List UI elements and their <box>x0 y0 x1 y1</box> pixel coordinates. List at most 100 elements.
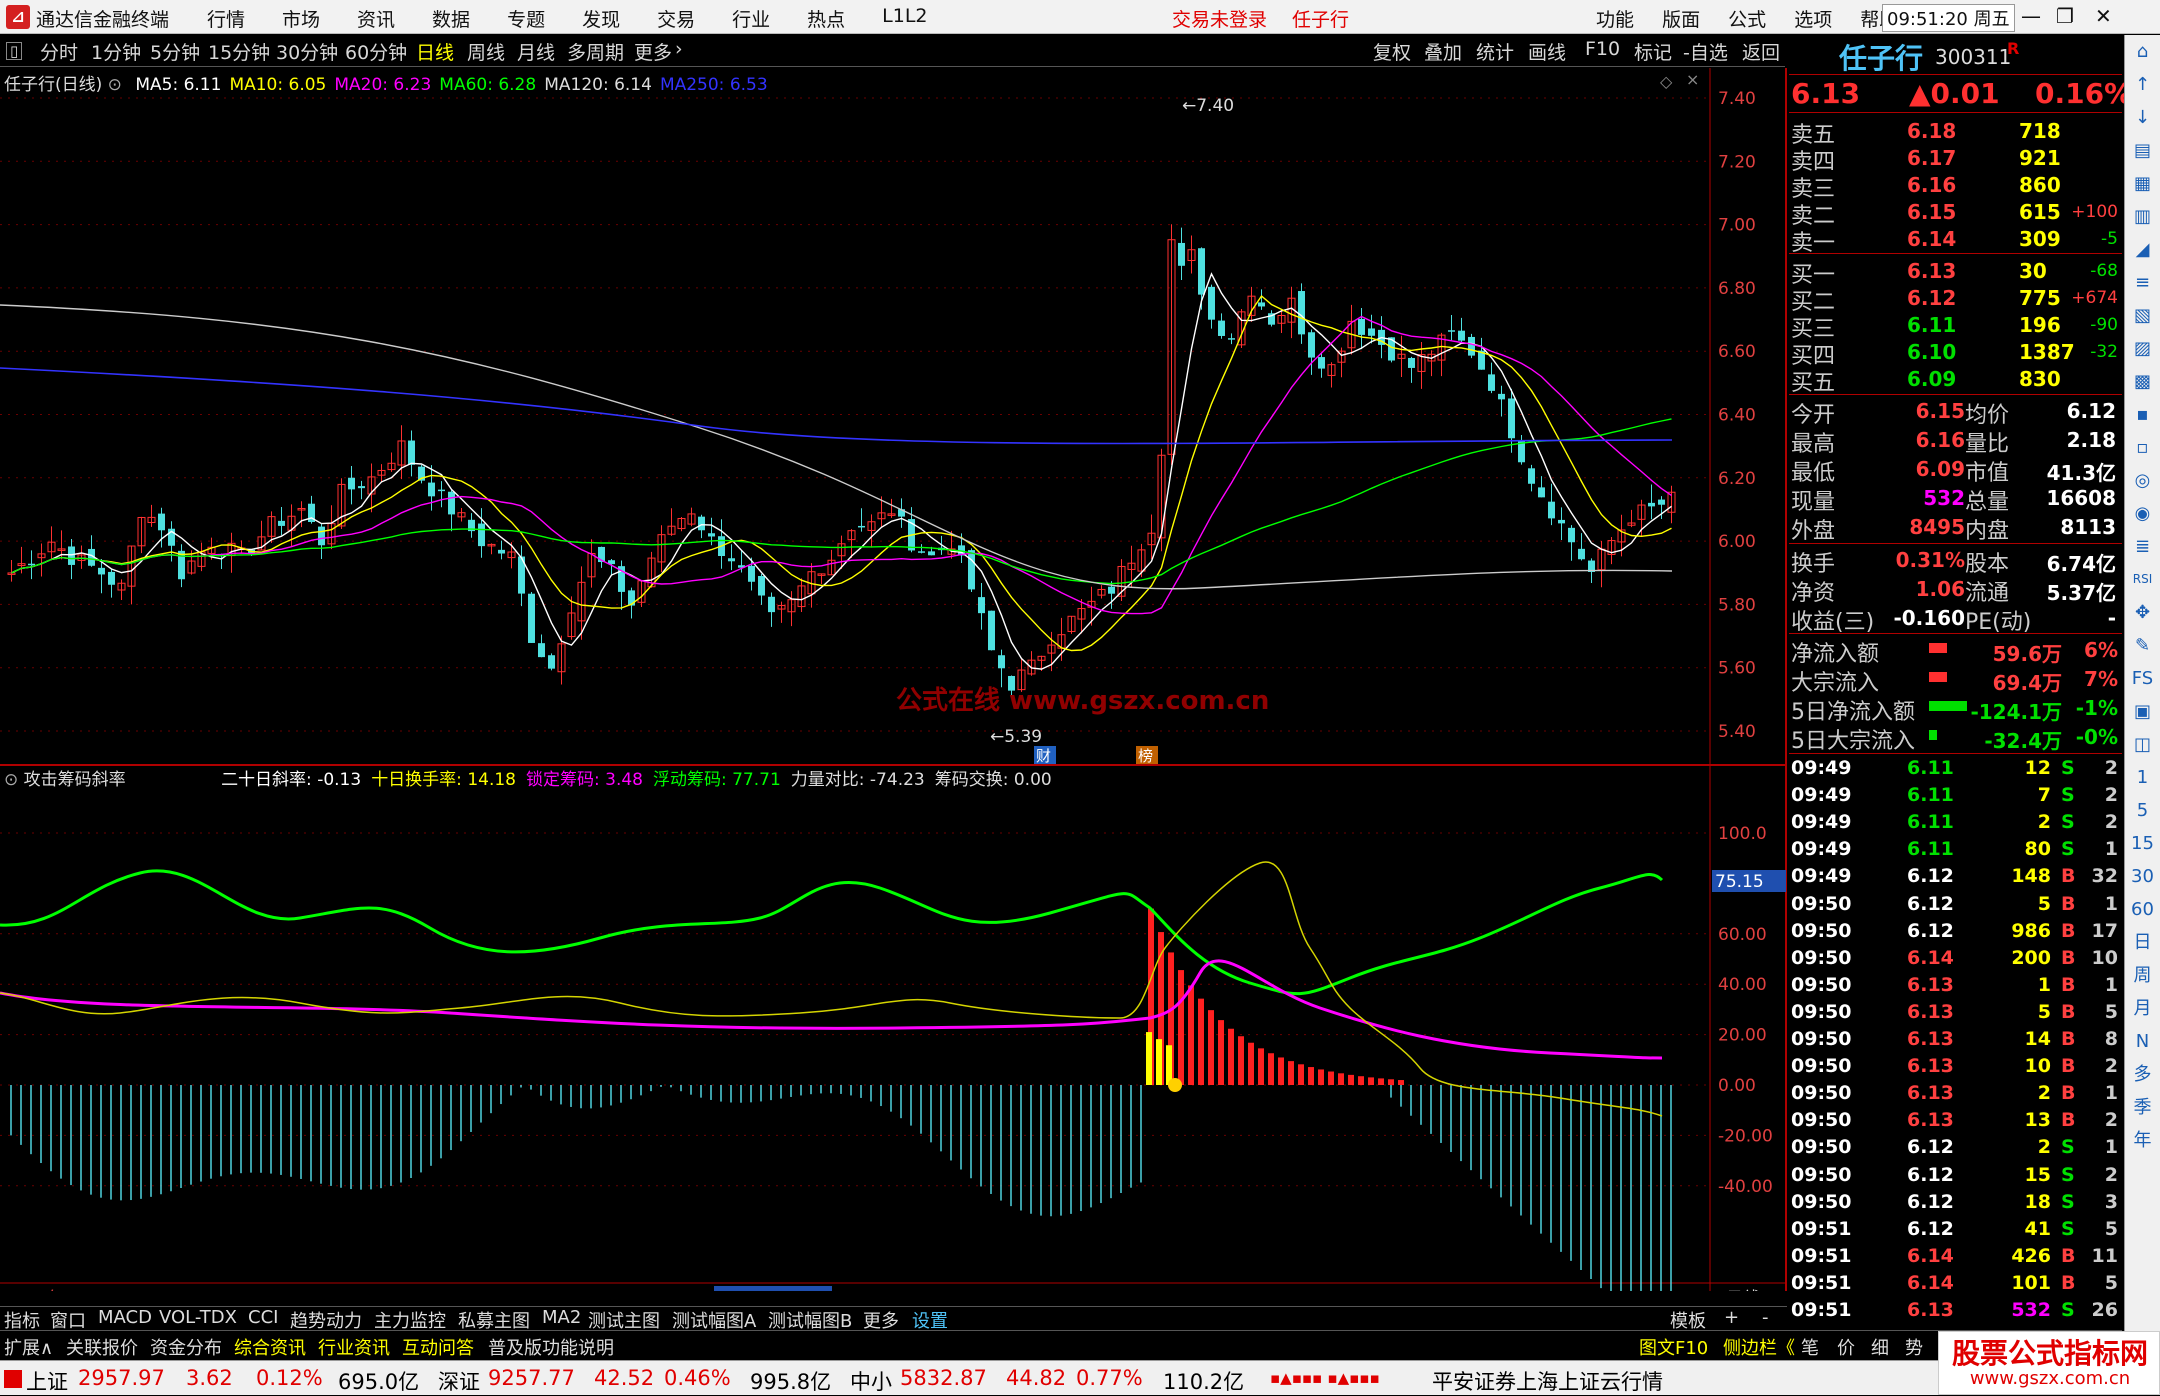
tick-row-18[interactable]: 09:51 6.14 426 B 11 <box>1789 1245 2122 1272</box>
menu-item-layout[interactable]: 版面 <box>1662 9 1700 31</box>
menu-item-formula[interactable]: 公式 <box>1728 9 1766 31</box>
watchlist-button[interactable]: -自选 <box>1683 38 1728 65</box>
kline-chart[interactable]: 7.40 7.20 7.00 6.80 6.60 6.40 6.20 6.00 5.80 5.60… <box>0 68 1787 1291</box>
tab-sidebar[interactable]: 侧边栏《 <box>1723 1334 1795 1360</box>
tab-ma2[interactable]: MA2 <box>542 1307 581 1328</box>
tab-expand[interactable]: 扩展∧ <box>4 1334 53 1360</box>
tick-row-8[interactable]: 09:50 6.13 1 B 1 <box>1789 974 2122 1001</box>
sidebar-icon-9[interactable]: ▨ <box>2125 332 2160 365</box>
tab-feature-guide[interactable]: 普及版功能说明 <box>488 1334 614 1360</box>
sidebar-icon-33[interactable]: 年 <box>2125 1124 2160 1157</box>
back-button[interactable]: 返回 <box>1742 38 1780 65</box>
tick-row-2[interactable]: 09:49 6.11 2 S 2 <box>1789 811 2122 838</box>
tab-vol-tdx[interactable]: VOL-TDX <box>159 1307 237 1328</box>
menu-item-topics[interactable]: 专题 <box>507 5 545 32</box>
restore-icon[interactable]: ❐ <box>2056 4 2074 28</box>
tick-row-11[interactable]: 09:50 6.13 10 B 2 <box>1789 1055 2122 1082</box>
tick-row-19[interactable]: 09:51 6.14 101 B 5 <box>1789 1272 2122 1299</box>
menu-item-data[interactable]: 数据 <box>432 5 470 32</box>
sidebar-icon-29[interactable]: 月 <box>2125 992 2160 1025</box>
sidebar-icon-31[interactable]: 多 <box>2125 1058 2160 1091</box>
sidebar-icon-32[interactable]: 季 <box>2125 1091 2160 1124</box>
chart-area[interactable]: 7.40 7.20 7.00 6.80 6.60 6.40 6.20 6.00 5.80 5.60… <box>0 68 1787 1291</box>
chevron-right-icon[interactable]: › <box>675 38 683 60</box>
sidebar-icon-15[interactable]: ≣ <box>2125 530 2160 563</box>
mark-button[interactable]: 标记 <box>1634 38 1672 65</box>
menu-item-options[interactable]: 选项 <box>1794 9 1832 31</box>
period-weekly[interactable]: 周线 <box>467 38 505 65</box>
order-bid-4[interactable]: 买五 6.09 830 <box>1789 365 2122 396</box>
tab-cci[interactable]: CCI <box>248 1307 278 1328</box>
tick-row-4[interactable]: 09:49 6.12 148 B 32 <box>1789 865 2122 892</box>
order-ask-4[interactable]: 卖一 6.14 309 -5 <box>1789 225 2122 256</box>
sidebar-icon-27[interactable]: 日 <box>2125 926 2160 959</box>
sidebar-icon-21[interactable]: ◫ <box>2125 728 2160 761</box>
sidebar-icon-12[interactable]: ▫ <box>2125 431 2160 464</box>
menu-item-news[interactable]: 资讯 <box>357 5 395 32</box>
sidebar-icon-8[interactable]: ▧ <box>2125 299 2160 332</box>
tab-related-quotes[interactable]: 关联报价 <box>66 1334 138 1360</box>
period-more[interactable]: 更多 <box>634 38 672 65</box>
zx-label[interactable]: 中小 <box>850 1366 892 1396</box>
menu-item-l1l2[interactable]: L1L2 <box>882 5 927 32</box>
sidebar-icon-14[interactable]: ◉ <box>2125 497 2160 530</box>
tick-row-0[interactable]: 09:49 6.11 12 S 2 <box>1789 757 2122 784</box>
order-ask-2[interactable]: 卖三 6.16 860 <box>1789 171 2122 202</box>
sidebar-icon-24[interactable]: 15 <box>2125 827 2160 860</box>
sidebar-icon-23[interactable]: 5 <box>2125 794 2160 827</box>
tab-price[interactable]: 价 <box>1837 1334 1855 1360</box>
sh-label[interactable]: 上证 <box>26 1366 68 1396</box>
sidebar-icon-13[interactable]: ◎ <box>2125 464 2160 497</box>
ma-dropdown-icon[interactable]: ⊙ <box>108 75 122 95</box>
menu-item-function[interactable]: 功能 <box>1596 9 1634 31</box>
tick-row-6[interactable]: 09:50 6.12 986 B 17 <box>1789 920 2122 947</box>
sidebar-icon-4[interactable]: ▦ <box>2125 167 2160 200</box>
sidebar-icon-0[interactable]: ⌂ <box>2125 35 2160 68</box>
tick-row-17[interactable]: 09:51 6.12 41 S 5 <box>1789 1218 2122 1245</box>
tick-row-10[interactable]: 09:50 6.13 14 B 8 <box>1789 1028 2122 1055</box>
period-15min[interactable]: 15分钟 <box>208 38 270 65</box>
period-timeshare[interactable]: 分时 <box>40 38 78 65</box>
tab-trades[interactable]: 笔 <box>1801 1334 1819 1360</box>
sidebar-icon-7[interactable]: ≡ <box>2125 266 2160 299</box>
period-1min[interactable]: 1分钟 <box>91 38 141 65</box>
sidebar-icon-10[interactable]: ▩ <box>2125 365 2160 398</box>
stats-button[interactable]: 统计 <box>1476 38 1514 65</box>
period-daily[interactable]: 日线 <box>416 38 454 65</box>
order-bid-3[interactable]: 买四 6.10 1387 -32 <box>1789 338 2122 369</box>
menu-item-industry[interactable]: 行业 <box>732 5 770 32</box>
tick-row-20[interactable]: 09:51 6.13 532 S 26 <box>1789 1299 2122 1326</box>
order-ask-0[interactable]: 卖五 6.18 718 <box>1789 117 2122 148</box>
sub-dropdown-icon[interactable]: ⊙ <box>4 770 18 790</box>
f10-button[interactable]: F10 <box>1585 38 1620 60</box>
tick-row-13[interactable]: 09:50 6.13 13 B 2 <box>1789 1109 2122 1136</box>
order-ask-1[interactable]: 卖四 6.17 921 <box>1789 144 2122 175</box>
close-icon[interactable]: ✕ <box>2095 4 2112 28</box>
zoom-out-button[interactable]: - <box>1762 1307 1769 1328</box>
panel-toggle-icon[interactable]: ▯ <box>6 42 23 60</box>
tick-row-15[interactable]: 09:50 6.12 15 S 2 <box>1789 1164 2122 1191</box>
period-60min[interactable]: 60分钟 <box>345 38 407 65</box>
tick-row-1[interactable]: 09:49 6.11 7 S 2 <box>1789 784 2122 811</box>
order-bid-1[interactable]: 买二 6.12 775 +674 <box>1789 284 2122 315</box>
period-30min[interactable]: 30分钟 <box>276 38 338 65</box>
sidebar-icon-17[interactable]: ✥ <box>2125 596 2160 629</box>
tick-row-3[interactable]: 09:49 6.11 80 S 1 <box>1789 838 2122 865</box>
menu-item-discover[interactable]: 发现 <box>582 5 620 32</box>
sidebar-icon-11[interactable]: ▪ <box>2125 398 2160 431</box>
sidebar-icon-18[interactable]: ✎ <box>2125 629 2160 662</box>
tab-general-news[interactable]: 综合资讯 <box>234 1334 306 1360</box>
sidebar-icon-16[interactable]: RSI <box>2125 563 2160 596</box>
zoom-in-button[interactable]: + <box>1724 1307 1739 1328</box>
order-ask-3[interactable]: 卖二 6.15 615 +100 <box>1789 198 2122 229</box>
menu-item-market[interactable]: 市场 <box>282 5 320 32</box>
minimize-icon[interactable]: — <box>2021 4 2041 28</box>
tab-qa[interactable]: 互动问答 <box>402 1334 474 1360</box>
tick-row-12[interactable]: 09:50 6.13 2 B 1 <box>1789 1082 2122 1109</box>
sz-label[interactable]: 深证 <box>438 1366 480 1396</box>
period-monthly[interactable]: 月线 <box>517 38 555 65</box>
tick-row-9[interactable]: 09:50 6.13 5 B 5 <box>1789 1001 2122 1028</box>
close-panel-icon[interactable]: × <box>1686 70 1699 89</box>
sidebar-icon-22[interactable]: 1 <box>2125 761 2160 794</box>
adjust-button[interactable]: 复权 <box>1373 38 1411 65</box>
